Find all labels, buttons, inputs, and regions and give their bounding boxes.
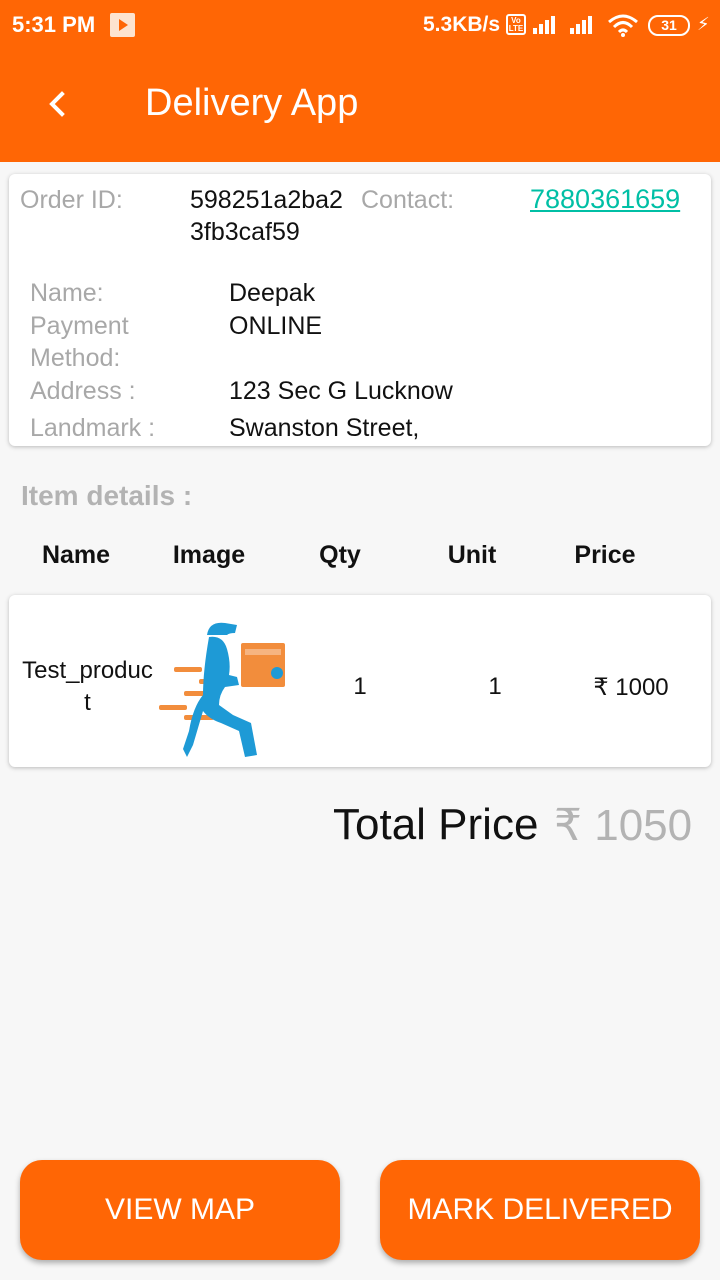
charging-icon: ⚡ — [697, 14, 710, 34]
item-qty: 1 — [353, 673, 367, 700]
col-header-name: Name — [41, 541, 111, 569]
address-label: Address : — [30, 377, 136, 405]
signal-icon-2 — [570, 16, 592, 34]
payment-label-line1: Payment — [30, 312, 129, 340]
col-header-image: Image — [172, 541, 246, 569]
contact-phone-link[interactable]: 7880361659 — [530, 184, 680, 215]
status-network-speed: 5.3KB/s — [423, 13, 501, 36]
order-id-value-line2: 3fb3caf59 — [190, 218, 300, 246]
view-map-button[interactable]: VIEW MAP — [20, 1160, 340, 1260]
volte-icon: Vo LTE — [506, 14, 526, 35]
product-image — [159, 622, 285, 757]
landmark-value: Swanston Street, — [229, 414, 420, 442]
order-id-value-line1: 598251a2ba2 — [190, 186, 343, 214]
item-name-line2: t — [84, 689, 91, 716]
back-arrow-icon[interactable] — [38, 84, 78, 124]
name-label: Name: — [30, 279, 104, 307]
wifi-icon — [608, 14, 638, 37]
landmark-label: Landmark : — [30, 414, 156, 442]
mark-delivered-button[interactable]: MARK DELIVERED — [380, 1160, 700, 1260]
col-header-qty: Qty — [319, 541, 361, 569]
item-price: ₹ 1000 — [593, 674, 669, 701]
customer-name: Deepak — [229, 279, 316, 307]
col-header-price: Price — [574, 541, 636, 569]
battery-icon: 31 — [648, 15, 690, 36]
total-price-value: ₹ 1050 — [554, 801, 693, 850]
payment-method-value: ONLINE — [229, 312, 323, 340]
order-details-card: Order ID: 598251a2ba2 3fb3caf59 Contact:… — [9, 174, 711, 446]
item-name-line1: Test_produc — [22, 657, 153, 684]
status-bar: 5:31 PM 5.3KB/s Vo LTE 31 ⚡ — [0, 0, 720, 52]
item-details-title: Item details : — [21, 480, 193, 511]
col-header-unit: Unit — [447, 541, 497, 569]
item-row-card: Test_produc t 1 1 ₹ 1000 — [9, 595, 711, 767]
signal-icon — [533, 16, 555, 34]
order-id-label: Order ID: — [20, 186, 123, 214]
item-unit: 1 — [488, 673, 502, 700]
notification-app-icon — [110, 13, 135, 37]
status-time: 5:31 PM — [12, 12, 96, 37]
address-value: 123 Sec G Lucknow — [229, 377, 453, 405]
app-title: Delivery App — [145, 82, 359, 124]
app-bar: Delivery App — [0, 52, 720, 162]
payment-label-line2: Method: — [30, 344, 121, 372]
contact-label: Contact: — [361, 186, 455, 214]
total-price-label: Total Price — [333, 800, 539, 849]
